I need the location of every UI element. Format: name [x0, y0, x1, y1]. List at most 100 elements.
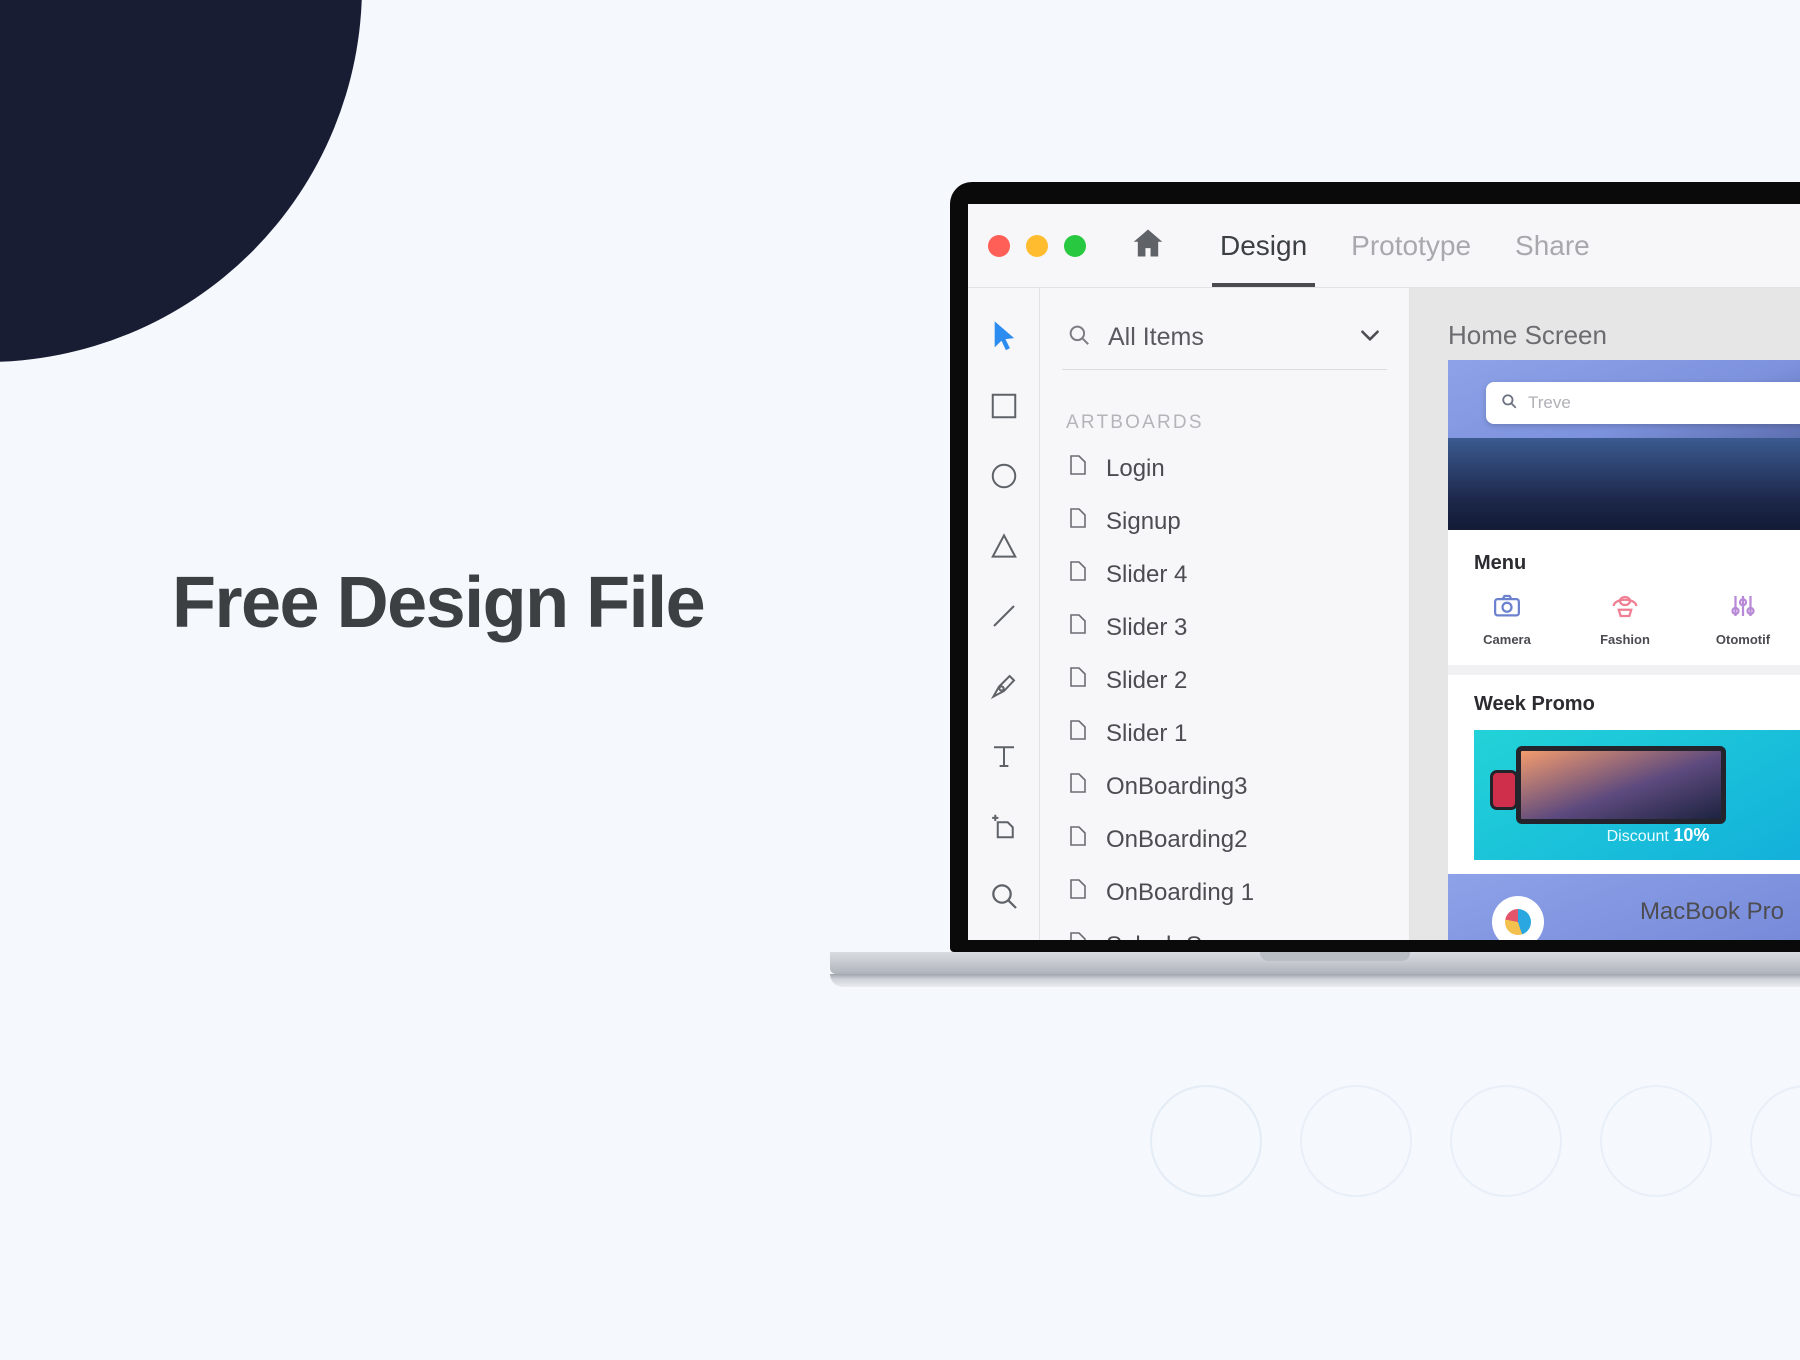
artboards-section-heading: ARTBOARDS — [1066, 412, 1204, 433]
artboard-title: Home Screen — [1448, 320, 1607, 350]
polygon-tool[interactable] — [986, 530, 1022, 566]
list-item[interactable]: Slider 3 — [1062, 601, 1387, 654]
rectangle-tool[interactable] — [986, 390, 1022, 426]
ellipse-tool[interactable] — [986, 460, 1022, 496]
text-tool[interactable] — [986, 740, 1022, 776]
artboard-preview[interactable]: Treve Menu Camera Fashion Otomotif Week … — [1448, 360, 1800, 940]
artboard-file-icon — [1066, 559, 1090, 590]
tool-rail — [968, 288, 1040, 940]
chevron-down-icon[interactable] — [1357, 322, 1383, 353]
artboard-file-icon — [1066, 506, 1090, 537]
macbook-base — [830, 952, 1800, 974]
zoom-tool[interactable] — [986, 880, 1022, 916]
square-icon — [989, 391, 1019, 426]
artboard-tool[interactable] — [986, 810, 1022, 846]
cursor-arrow-icon — [991, 320, 1017, 357]
list-item-label: Signup — [1106, 507, 1181, 535]
decorative-ring — [1750, 1085, 1800, 1197]
preview-promo-card[interactable]: Discount 10% — [1474, 730, 1800, 860]
list-item-label: Slider 1 — [1106, 719, 1188, 747]
decorative-ring — [1300, 1085, 1412, 1197]
preview-menu-grid: Camera Fashion Otomotif — [1474, 591, 1800, 647]
text-t-icon — [989, 741, 1019, 776]
promo-discount-text: Discount 10% — [1474, 825, 1800, 846]
layer-filter-value: All Items — [1108, 323, 1204, 351]
preview-search-field[interactable]: Treve — [1486, 382, 1800, 424]
preview-menu-item-otomotif[interactable]: Otomotif — [1710, 591, 1776, 647]
window-controls — [988, 234, 1086, 257]
magnifier-icon — [988, 880, 1020, 917]
preview-menu-item-fashion[interactable]: Fashion — [1592, 591, 1658, 647]
artboard-plus-icon — [989, 811, 1019, 846]
line-tool[interactable] — [986, 600, 1022, 636]
artboard-file-icon — [1066, 665, 1090, 696]
promo-watch-graphic — [1490, 770, 1518, 810]
artboard-file-icon — [1066, 930, 1090, 940]
list-item[interactable]: Slider 4 — [1062, 548, 1387, 601]
line-icon — [989, 601, 1019, 636]
tab-share[interactable]: Share — [1493, 204, 1612, 287]
preview-menu-label: Otomotif — [1715, 632, 1771, 647]
macbook-screen: Design Prototype Share All Items ARTBOAR… — [968, 204, 1800, 940]
maximize-window-button[interactable] — [1064, 234, 1086, 257]
search-icon — [1066, 322, 1092, 353]
decorative-ring — [1600, 1085, 1712, 1197]
minimize-window-button[interactable] — [1026, 234, 1048, 257]
list-item-label: Splash Screen — [1106, 932, 1262, 941]
preview-menu-title: Menu — [1474, 552, 1527, 574]
tools-icon — [1726, 596, 1760, 625]
preview-divider — [1448, 665, 1800, 675]
list-item-label: OnBoarding 1 — [1106, 878, 1255, 906]
app-body: All Items ARTBOARDS Login Signup Slider … — [968, 288, 1800, 940]
decorative-ring-row — [1150, 1085, 1800, 1197]
list-item[interactable]: Login — [1062, 442, 1387, 495]
preview-avatar — [1492, 896, 1544, 940]
select-tool[interactable] — [986, 320, 1022, 356]
list-item[interactable]: Slider 2 — [1062, 654, 1387, 707]
macbook-notch — [1260, 952, 1410, 961]
preview-promo-title: Week Promo — [1474, 693, 1595, 715]
list-item-label: OnBoarding3 — [1106, 772, 1248, 800]
list-item[interactable]: OnBoarding2 — [1062, 813, 1387, 866]
decorative-ring — [1450, 1085, 1562, 1197]
list-item[interactable]: Splash Screen — [1062, 919, 1387, 940]
search-icon — [1500, 392, 1518, 415]
home-button[interactable] — [1128, 225, 1168, 266]
list-item[interactable]: OnBoarding 1 — [1062, 866, 1387, 919]
page-title: Free Design File — [172, 563, 706, 643]
preview-promo-section: Week Promo Discount 10% — [1448, 675, 1800, 874]
close-window-button[interactable] — [988, 234, 1010, 257]
tab-prototype[interactable]: Prototype — [1329, 204, 1493, 287]
pen-nib-icon — [989, 671, 1019, 706]
layer-filter-row[interactable]: All Items — [1062, 288, 1387, 370]
preview-hero-artwork — [1448, 438, 1800, 530]
tab-design[interactable]: Design — [1198, 204, 1329, 287]
list-item-label: Login — [1106, 454, 1165, 482]
preview-hero-banner: Treve — [1448, 360, 1800, 530]
preview-menu-section: Menu Camera Fashion Otomotif — [1448, 530, 1800, 665]
camera-icon — [1490, 594, 1524, 625]
circle-icon — [989, 461, 1019, 496]
preview-menu-label: Camera — [1483, 632, 1531, 647]
list-item[interactable]: Slider 1 — [1062, 707, 1387, 760]
artboard-file-icon — [1066, 824, 1090, 855]
home-icon — [1128, 225, 1168, 266]
list-item-label: Slider 2 — [1106, 666, 1188, 694]
artboard-file-icon — [1066, 771, 1090, 802]
list-item-label: Slider 3 — [1106, 613, 1188, 641]
design-canvas[interactable]: Home Screen Treve Menu Camera Fashion Ot… — [1410, 288, 1800, 940]
macbook-mockup: Design Prototype Share All Items ARTBOAR… — [830, 182, 1800, 987]
decorative-dark-circle — [0, 0, 362, 362]
list-item-label: Slider 4 — [1106, 560, 1188, 588]
decorative-ring — [1150, 1085, 1262, 1197]
artboard-file-icon — [1066, 453, 1090, 484]
preview-menu-label: Fashion — [1600, 632, 1650, 647]
pen-tool[interactable] — [986, 670, 1022, 706]
artboard-file-icon — [1066, 612, 1090, 643]
tab-strip: Design Prototype Share — [1198, 204, 1612, 287]
list-item[interactable]: OnBoarding3 — [1062, 760, 1387, 813]
artboard-file-icon — [1066, 877, 1090, 908]
preview-menu-item-camera[interactable]: Camera — [1474, 591, 1540, 647]
list-item[interactable]: Signup — [1062, 495, 1387, 548]
layers-panel: All Items ARTBOARDS Login Signup Slider … — [1040, 288, 1410, 940]
